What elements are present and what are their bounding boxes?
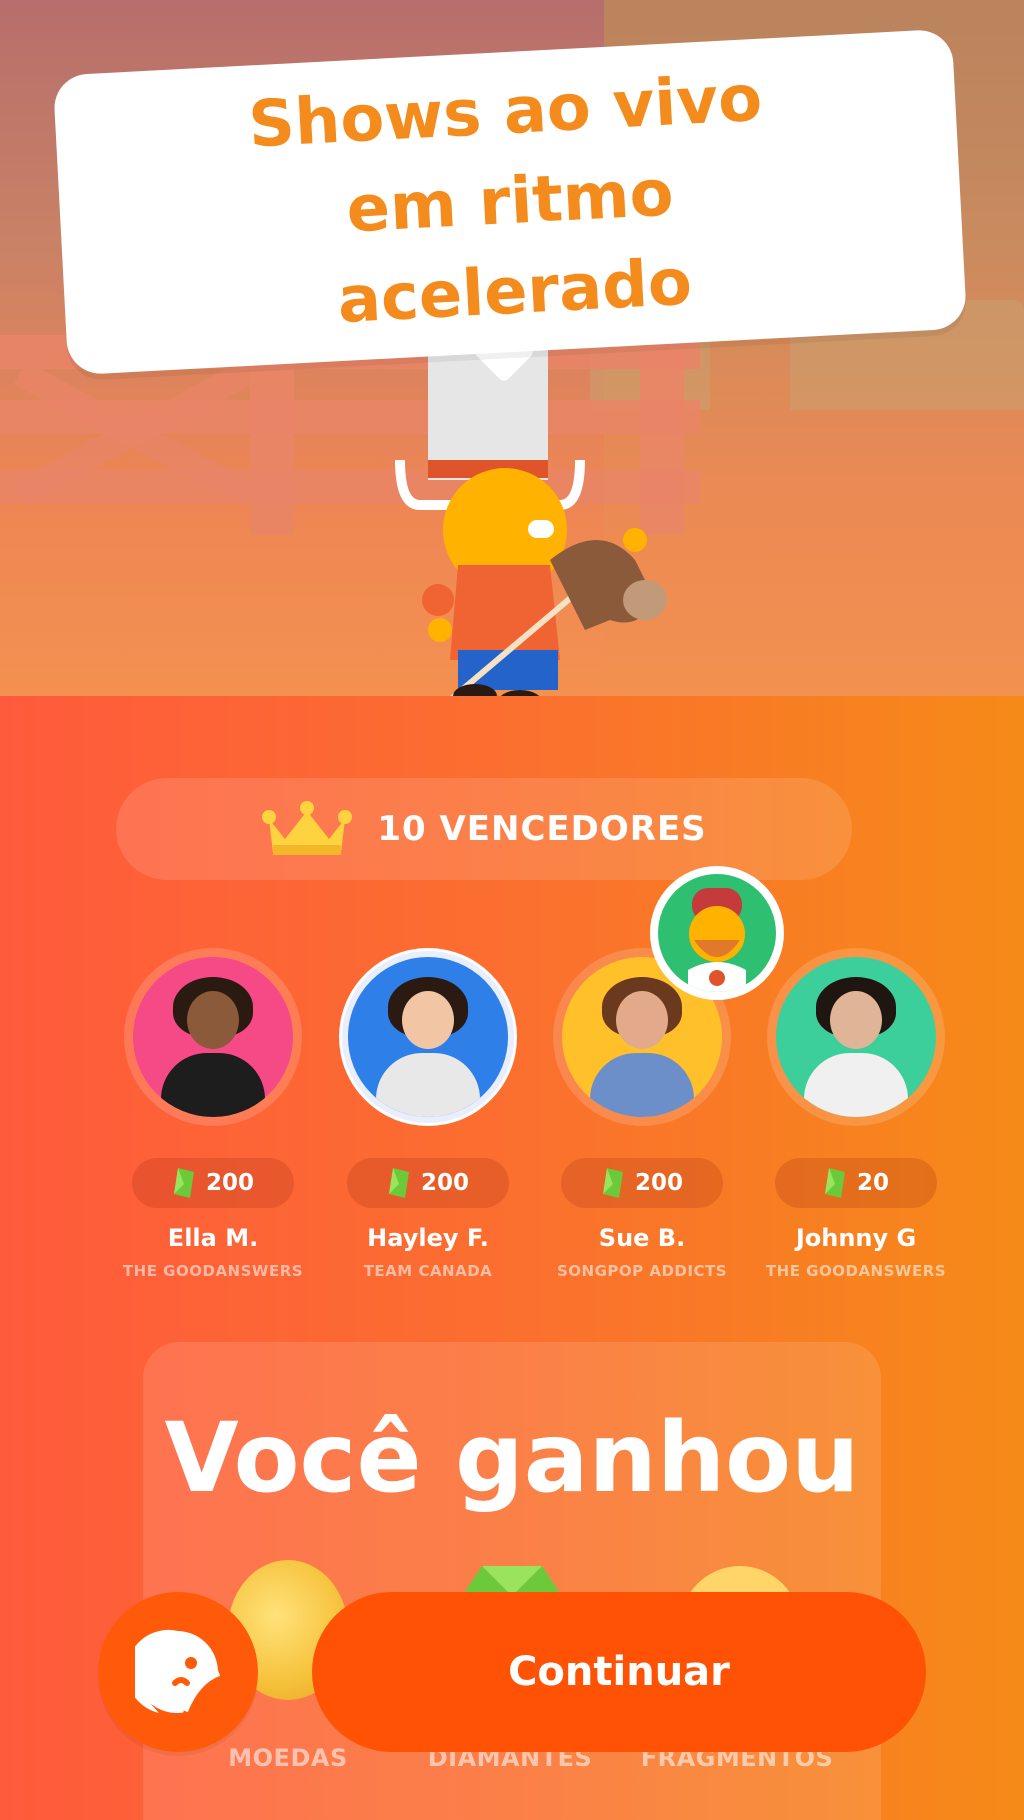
banner-headline: Shows ao vivo em ritmo acelerado (246, 61, 764, 339)
winner-team: THE GOODANSWERS (765, 1262, 947, 1280)
avatar (124, 948, 302, 1126)
gem-icon (388, 1168, 409, 1198)
winner-name: Hayley F. (367, 1224, 489, 1252)
gem-icon (824, 1168, 845, 1198)
mascot-badge (650, 866, 784, 1000)
cowboy-mascot-icon (395, 330, 667, 696)
speech-bubble: Shows ao vivo em ritmo acelerado (52, 28, 968, 376)
gem-icon (173, 1168, 194, 1198)
reward-label-coins: MOEDAS (228, 1744, 348, 1772)
avatar-photo (776, 957, 936, 1117)
winner-name: Sue B. (598, 1224, 686, 1252)
prize-title: Você ganhou (164, 1402, 860, 1514)
fence-post (250, 345, 294, 535)
winner-name: Ella M. (167, 1224, 259, 1252)
score-pill: 200 (561, 1158, 723, 1208)
winner-team: THE GOODANSWERS (122, 1262, 304, 1280)
winner-card[interactable]: 200 Ella M. THE GOODANSWERS (106, 948, 320, 1280)
sticker-button[interactable] (98, 1592, 258, 1752)
intro-scene: Shows ao vivo em ritmo acelerado (0, 0, 1024, 696)
winner-card[interactable]: 20 Johnny G THE GOODANSWERS (749, 948, 963, 1280)
score-pill: 200 (347, 1158, 509, 1208)
avatar-photo (342, 951, 514, 1123)
mascot-icon (688, 888, 746, 992)
crown-icon (262, 801, 353, 855)
score-value: 20 (856, 1170, 889, 1196)
continue-button[interactable]: Continuar (312, 1592, 926, 1752)
score-value: 200 (420, 1170, 469, 1196)
score-pill: 200 (132, 1158, 294, 1208)
winner-team: SONGPOP ADDICTS (556, 1262, 728, 1280)
winner-team: TEAM CANADA (363, 1262, 493, 1280)
winners-count-label: 10 VENCEDORES (377, 809, 707, 849)
avatar (339, 948, 517, 1126)
winner-card[interactable]: 200 Hayley F. TEAM CANADA (321, 948, 535, 1280)
score-value: 200 (634, 1170, 683, 1196)
avatar-photo (133, 957, 293, 1117)
winner-name: Johnny G (795, 1224, 917, 1252)
sticker-face-icon (135, 1629, 221, 1713)
winners-count-pill: 10 VENCEDORES (116, 778, 852, 880)
score-pill: 20 (775, 1158, 937, 1208)
score-value: 200 (205, 1170, 254, 1196)
avatar (767, 948, 945, 1126)
gem-icon (602, 1168, 623, 1198)
